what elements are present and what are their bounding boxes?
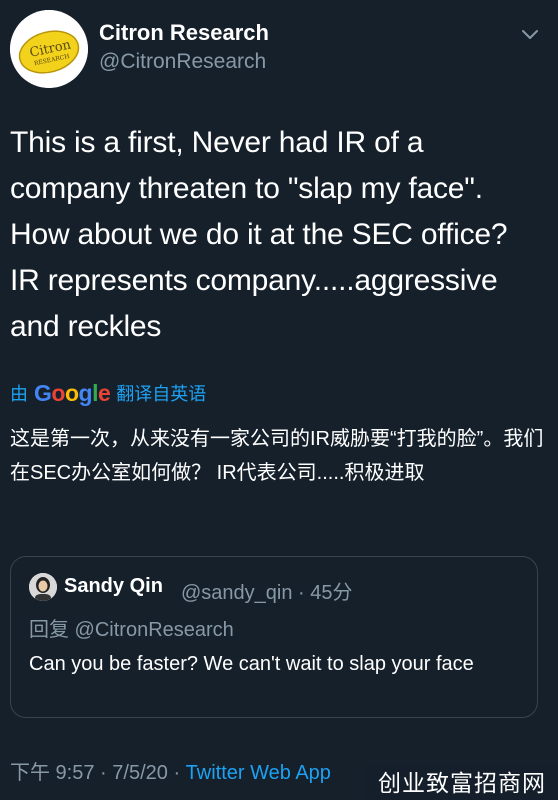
translate-attribution[interactable]: 由 Google 翻译自英语 [10,378,206,408]
quoted-author-avatar[interactable] [29,573,57,601]
tweet-source-app[interactable]: Twitter Web App [186,762,331,784]
author-handle[interactable]: @CitronResearch [99,50,266,74]
chevron-down-icon[interactable] [518,22,542,46]
quoted-time: 45分 [310,582,353,604]
footer-separator: · [100,762,113,784]
citron-avatar[interactable]: Citron RESEARCH [10,10,88,88]
quoted-tweet-text: Can you be faster? We can't wait to slap… [29,653,474,675]
tweet-date[interactable]: 7/5/20 [112,762,168,784]
tweet-footer: 下午 9:57 · 7/5/20 · Twitter Web App [10,756,331,785]
citron-logo-icon: Citron RESEARCH [10,10,88,88]
watermark: 创业致富招商网 [366,766,558,800]
quoted-meta: @sandy_qin · 45分 [181,576,353,605]
meta-separator: · [298,582,305,604]
quoted-author-name[interactable]: Sandy Qin [64,575,163,598]
tweet-header: Citron RESEARCH Citron Research @CitronR… [0,0,558,96]
quoted-author-handle: @sandy_qin [181,582,293,604]
translated-text: 这是第一次，从来没有一家公司的IR威胁要“打我的脸”。我们在SEC办公室如何做？… [10,428,544,484]
translate-by-label: 由 [10,384,28,404]
tweet-text: This is a first, Never had IR of a compa… [10,126,508,343]
tweet-time[interactable]: 下午 9:57 [10,762,94,784]
person-avatar-icon [29,573,57,601]
footer-separator: · [173,762,186,784]
reply-to[interactable]: 回复 @CitronResearch [29,613,234,642]
translate-action-label: 翻译自英语 [116,384,207,404]
google-logo: Google [34,379,111,406]
quoted-tweet[interactable]: Sandy Qin @sandy_qin · 45分 回复 @CitronRes… [10,556,538,718]
author-name[interactable]: Citron Research [99,20,269,46]
